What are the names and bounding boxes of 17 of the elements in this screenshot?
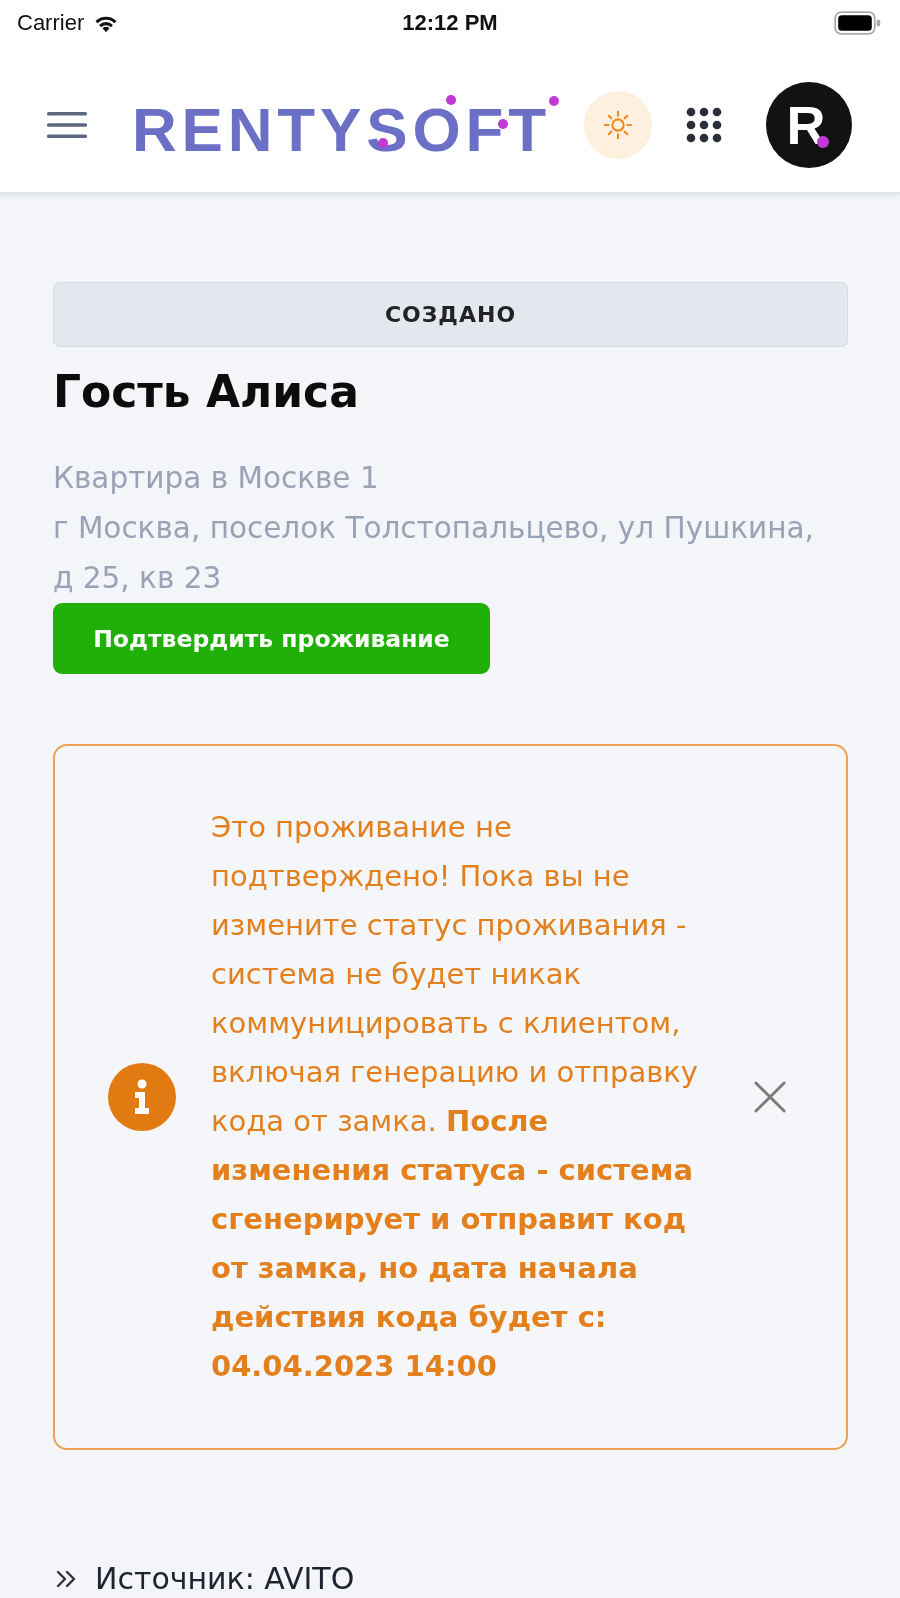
close-icon[interactable] xyxy=(754,1081,786,1113)
status-badge: СОЗДАНО xyxy=(53,282,848,347)
alert-message: Это проживание не подтверждено! Пока вы не измените статус проживания - система не будет никак коммуницировать с клиентом, включая генерацию и отправку кода от замка. После изменения статуса - система сгенерирует и отправит код от замка, но дата начала действия кода будет с: 04.04.2023 14:00 xyxy=(211,809,699,1385)
source-label: Источник: AVITO xyxy=(95,1560,355,1598)
confirm-stay-button[interactable]: Подтвердить проживание xyxy=(53,603,490,674)
sun-icon xyxy=(603,110,633,140)
carrier-name: Carrier xyxy=(17,10,85,36)
menu-icon[interactable] xyxy=(47,112,87,138)
battery-icon xyxy=(834,11,882,35)
info-icon xyxy=(108,1063,176,1131)
property-name: Квартира в Москве 1 xyxy=(53,460,380,497)
guest-name: Гость Алиса xyxy=(53,365,360,419)
status-time: 12:12 PM xyxy=(402,10,498,36)
property-address: г Москва, поселок Толстопальцево, ул Пушкина, д 25, кв 23 xyxy=(53,510,815,597)
avatar-button[interactable]: R xyxy=(766,82,852,168)
grid-icon[interactable] xyxy=(686,107,722,143)
brand-logo[interactable]: RENTYSOFT xyxy=(130,94,560,156)
